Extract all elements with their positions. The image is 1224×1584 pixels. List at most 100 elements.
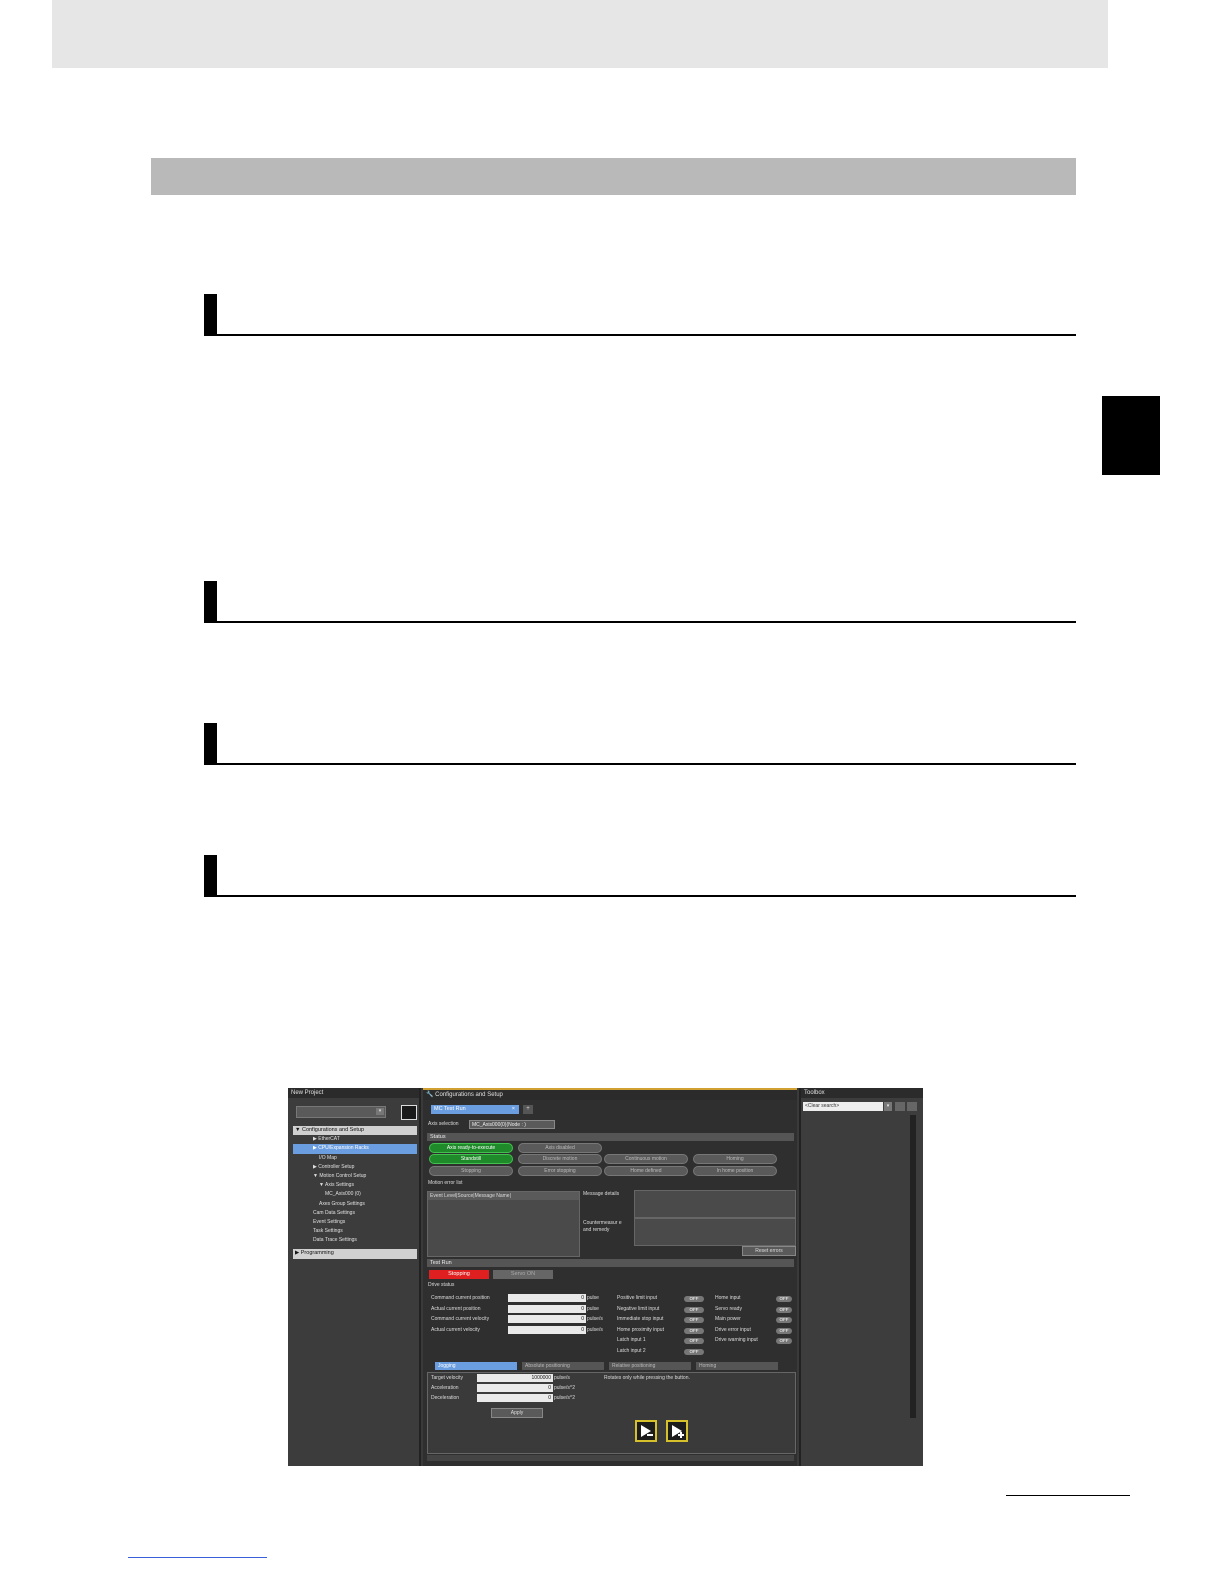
header-band: [52, 0, 1108, 68]
subsection-heading-1: [204, 294, 1076, 336]
jog-field-label: Acceleration: [431, 1385, 459, 1391]
motion-error-list[interactable]: Event Level|Source|Message Name|: [427, 1191, 580, 1257]
drive-status-value: 0: [508, 1325, 586, 1334]
drive-status-value: 0: [508, 1294, 586, 1302]
tree-item[interactable]: ▼ Motion Control Setup: [293, 1172, 417, 1181]
device-icon[interactable]: [401, 1105, 417, 1120]
io-off-indicator: OFF: [776, 1306, 792, 1313]
drive-status-unit: pulse/s: [587, 1326, 603, 1333]
subsection-heading-2: [204, 581, 1076, 623]
tree-item[interactable]: MC_Axis000 (0): [293, 1190, 417, 1199]
drive-status-unit: pulse: [587, 1305, 599, 1312]
status-indicator: Standstill: [429, 1154, 513, 1164]
tree-item[interactable]: ▶ Controller Setup: [293, 1163, 417, 1172]
close-icon[interactable]: ×: [512, 1105, 515, 1114]
status-indicator: Discrete motion: [518, 1154, 602, 1164]
stopping-indicator: Stopping: [429, 1270, 489, 1279]
clear-icon[interactable]: [907, 1102, 917, 1111]
jog-field-input[interactable]: 0: [477, 1394, 553, 1402]
jog-note: Rotates only while pressing the button.: [604, 1375, 690, 1381]
io-off-indicator: OFF: [684, 1338, 704, 1344]
io-label: Negative limit input: [617, 1305, 660, 1312]
message-details-label: Message details: [583, 1191, 620, 1197]
status-header: Status: [427, 1133, 794, 1141]
mode-tab[interactable]: Absolute positioning: [522, 1362, 604, 1370]
io-off-indicator: OFF: [684, 1306, 704, 1313]
tree-item[interactable]: ▶ Programming: [293, 1249, 417, 1259]
toolbox-search-input[interactable]: <Clear search>: [803, 1102, 883, 1111]
vertical-scrollbar[interactable]: [910, 1115, 916, 1418]
heading-marker: [204, 294, 217, 334]
io-off-indicator: OFF: [776, 1296, 792, 1302]
heading-marker: [204, 581, 217, 621]
chapter-tab: [1102, 396, 1160, 475]
footer-link-underline[interactable]: [128, 1557, 267, 1558]
drive-status-label: Drive status: [428, 1282, 455, 1288]
servo-on-button[interactable]: Servo ON: [493, 1270, 553, 1279]
horizontal-scrollbar[interactable]: [427, 1455, 794, 1461]
tree-item[interactable]: Axes Group Settings: [293, 1200, 417, 1209]
drive-status-label: Command current velocity: [431, 1316, 490, 1322]
reset-errors-button[interactable]: Reset errors: [742, 1246, 796, 1256]
io-label: Servo ready: [715, 1305, 742, 1312]
chevron-down-icon[interactable]: ▾: [884, 1102, 892, 1111]
tree-item[interactable]: Data Trace Settings: [293, 1236, 417, 1245]
drive-status-unit: pulse/s: [587, 1316, 603, 1322]
jog-field-unit: pulse/s^2: [554, 1385, 575, 1391]
jog-field-input[interactable]: 0: [477, 1384, 553, 1392]
toolbox-title: Toolbox: [801, 1088, 923, 1098]
device-dropdown[interactable]: ▾: [296, 1106, 386, 1118]
jog-field-unit: pulse/s: [554, 1375, 570, 1381]
apply-button[interactable]: Apply: [491, 1408, 543, 1418]
status-indicator: In home position: [693, 1166, 777, 1176]
jog-field-unit: pulse/s^2: [554, 1395, 575, 1401]
status-indicator: Continuous motion: [604, 1154, 688, 1164]
io-label: Main power: [715, 1316, 741, 1322]
jog-reverse-button[interactable]: [635, 1420, 657, 1442]
io-label: Positive limit input: [617, 1295, 658, 1301]
tab-mc-test-run[interactable]: MC Test Run ×: [431, 1105, 519, 1114]
tree-item[interactable]: Cam Data Settings: [293, 1209, 417, 1218]
test-run-header: Test Run: [427, 1259, 794, 1267]
io-off-indicator: OFF: [776, 1317, 792, 1323]
mode-tab[interactable]: Homing: [696, 1362, 778, 1370]
io-off-indicator: OFF: [776, 1327, 792, 1334]
heading-marker: [204, 855, 217, 895]
io-off-indicator: OFF: [684, 1348, 704, 1355]
error-list-header: Event Level|Source|Message Name|: [428, 1192, 579, 1200]
tree-item[interactable]: Task Settings: [293, 1227, 417, 1236]
drive-status-value: 0: [508, 1304, 586, 1313]
countermeasure-box[interactable]: [634, 1218, 796, 1246]
project-tree: ▼ Configurations and Setup ▶ EtherCAT ▶ CP…: [293, 1126, 417, 1259]
new-tab-icon[interactable]: +: [523, 1105, 533, 1114]
jog-field-label: Target velocity: [431, 1375, 463, 1381]
io-off-indicator: OFF: [684, 1317, 704, 1323]
tree-item[interactable]: ▶ EtherCAT: [293, 1135, 417, 1144]
axis-selection-dropdown[interactable]: MC_Axis000(0)(Node : ): [469, 1120, 555, 1129]
mode-tab[interactable]: Relative positioning: [609, 1362, 691, 1370]
wrench-icon: 🔧: [426, 1092, 434, 1098]
jog-forward-icon: [672, 1425, 684, 1438]
status-indicator: Home defined: [604, 1166, 688, 1176]
jog-field-input[interactable]: 1000000: [477, 1374, 553, 1382]
io-label: Home input: [715, 1295, 741, 1301]
tree-item[interactable]: I/O Map: [293, 1154, 417, 1163]
search-icon[interactable]: [895, 1102, 905, 1111]
status-indicator: Error stopping: [518, 1166, 602, 1176]
jog-reverse-icon: [641, 1425, 653, 1437]
heading-marker: [204, 723, 217, 763]
message-details-box[interactable]: [634, 1190, 796, 1218]
edit-pane-title-text: Configurations and Setup: [435, 1092, 503, 1098]
tree-item[interactable]: ▼ Axis Settings: [293, 1181, 417, 1190]
mode-tab[interactable]: Jogging: [435, 1362, 517, 1370]
tree-item[interactable]: ▼ Configurations and Setup: [293, 1126, 417, 1136]
jog-forward-button[interactable]: [666, 1420, 688, 1442]
section-heading-bar: [151, 158, 1076, 195]
tree-item[interactable]: Event Settings: [293, 1218, 417, 1227]
edit-pane-title: 🔧 Configurations and Setup: [423, 1090, 797, 1100]
mc-test-run-screenshot: New Project ▾ ▼ Configurations and Setup…: [288, 1088, 923, 1466]
io-label: Latch input 1: [617, 1337, 646, 1343]
io-label: Home proximity input: [617, 1326, 664, 1333]
tree-item[interactable]: ▶ CPU/Expansion Racks: [293, 1144, 417, 1154]
io-off-indicator: OFF: [776, 1338, 792, 1344]
